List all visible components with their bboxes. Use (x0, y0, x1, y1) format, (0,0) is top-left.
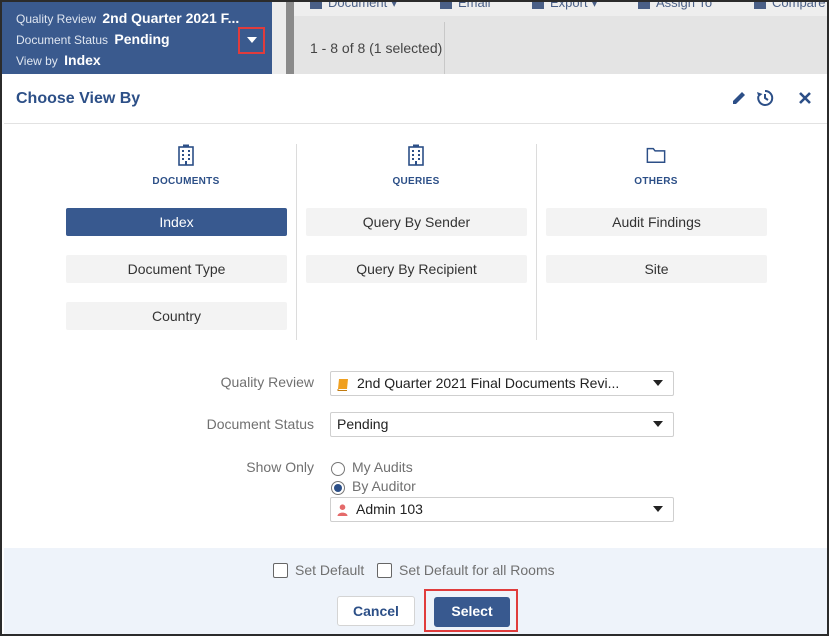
close-icon[interactable] (796, 89, 814, 107)
folder-icon (646, 147, 666, 163)
summary-value: 2nd Quarter 2021 F... (102, 10, 240, 26)
queries-column: QUERIES (296, 144, 536, 340)
divider (444, 22, 445, 74)
radio-my-audits[interactable] (331, 462, 345, 476)
option-query-by-sender[interactable]: Query By Sender (306, 208, 527, 236)
toolbar-compare-button[interactable]: Compare (754, 2, 825, 10)
dropdown-arrow-icon (653, 421, 663, 427)
option-document-type[interactable]: Document Type (66, 255, 287, 283)
panel-divider (272, 2, 294, 74)
quality-review-label: Quality Review (220, 374, 314, 390)
auditor-select[interactable]: Admin 103 (330, 497, 674, 522)
dialog-header: Choose View By (4, 74, 827, 124)
summary-document-status: Document Status Pending (16, 28, 272, 49)
set-default-checkbox[interactable] (273, 563, 288, 578)
toolbar-document-button[interactable]: Document ▾ (310, 2, 397, 11)
toolbar-export-button[interactable]: Export ▾ (532, 2, 598, 11)
user-icon (337, 504, 348, 517)
assign-icon (638, 2, 650, 9)
option-audit-findings[interactable]: Audit Findings (546, 208, 767, 236)
view-dropdown-toggle[interactable] (238, 27, 265, 54)
toolbar-label: Assign To (656, 2, 713, 10)
toolbar-email-button[interactable]: Email (440, 2, 491, 10)
toolbar: Document ▾ Email Export ▾ Assign To Comp… (294, 2, 827, 16)
cancel-button[interactable]: Cancel (337, 596, 415, 626)
toolbar-label: Export (550, 2, 588, 10)
history-icon[interactable] (756, 89, 774, 107)
option-query-by-recipient[interactable]: Query By Recipient (306, 255, 527, 283)
set-default-all-rooms-label: Set Default for all Rooms (399, 562, 555, 578)
building-icon (178, 144, 194, 166)
summary-label: Quality Review (16, 12, 97, 26)
dialog-title: Choose View By (16, 90, 141, 107)
column-title-documents: DOCUMENTS (152, 176, 220, 187)
document-status-value: Pending (337, 416, 389, 432)
divider-handle[interactable] (286, 2, 294, 74)
document-icon (310, 2, 322, 9)
radio-by-auditor[interactable] (331, 481, 345, 495)
radio-my-audits-label: My Audits (352, 459, 413, 475)
book-icon (337, 378, 348, 391)
document-list-area: Document ▾ Email Export ▾ Assign To Comp… (294, 2, 827, 74)
radio-by-auditor-label: By Auditor (352, 478, 416, 494)
caret-down-icon (247, 37, 257, 43)
column-title-queries: QUERIES (392, 176, 440, 187)
option-index[interactable]: Index (66, 208, 287, 236)
select-button[interactable]: Select (434, 597, 510, 627)
summary-label: Document Status (16, 33, 109, 47)
app-window: Quality Review 2nd Quarter 2021 F... Doc… (0, 0, 829, 636)
set-default-label: Set Default (295, 562, 365, 578)
toolbar-label: Document (328, 2, 388, 10)
dropdown-arrow-icon (653, 506, 663, 512)
view-summary-panel: Quality Review 2nd Quarter 2021 F... Doc… (2, 2, 272, 74)
dropdown-arrow-icon (653, 380, 663, 386)
toolbar-assign-button[interactable]: Assign To (638, 2, 712, 10)
quality-review-value: 2nd Quarter 2021 Final Documents Revi... (357, 375, 620, 391)
summary-quality-review: Quality Review 2nd Quarter 2021 F... (16, 7, 272, 28)
summary-value: Pending (114, 31, 170, 47)
option-site[interactable]: Site (546, 255, 767, 283)
record-count: 1 - 8 of 8 (1 selected) (310, 40, 443, 56)
choose-view-by-dialog: Choose View By DOCUMENTS QUERIES OTHERS … (4, 74, 827, 634)
toolbar-label: Email (458, 2, 491, 10)
auditor-value: Admin 103 (356, 501, 423, 517)
compare-icon (754, 2, 766, 9)
set-default-all-rooms-checkbox[interactable] (377, 563, 392, 578)
document-status-select[interactable]: Pending (330, 412, 674, 437)
building-icon (408, 144, 424, 166)
column-title-others: OTHERS (634, 176, 678, 187)
others-column: OTHERS (536, 144, 776, 340)
summary-value: Index (64, 52, 101, 68)
quality-review-select[interactable]: 2nd Quarter 2021 Final Documents Revi... (330, 371, 674, 396)
option-country[interactable]: Country (66, 302, 287, 330)
export-icon (532, 2, 544, 9)
summary-view-by: View by Index (16, 49, 272, 70)
toolbar-label: Compare (772, 2, 826, 10)
dialog-footer: Set Default Set Default for all Rooms Ca… (4, 548, 827, 634)
document-status-label: Document Status (206, 416, 314, 432)
email-icon (440, 2, 452, 9)
summary-label: View by (16, 54, 58, 68)
show-only-label: Show Only (246, 459, 314, 475)
edit-icon[interactable] (730, 89, 748, 107)
